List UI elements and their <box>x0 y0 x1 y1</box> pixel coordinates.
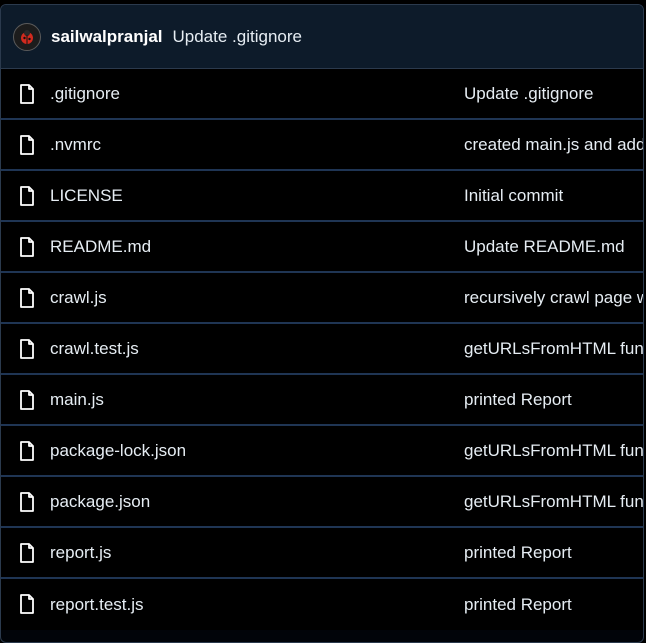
file-name-link[interactable]: report.js <box>50 543 111 563</box>
file-row[interactable]: LICENSE Initial commit <box>1 171 643 222</box>
commit-message-link[interactable]: getURLsFromHTML func <box>464 441 643 461</box>
file-row[interactable]: README.md Update README.md <box>1 222 643 273</box>
file-row[interactable]: report.js printed Report <box>1 528 643 579</box>
latest-commit-header: sailwalpranjal Update .gitignore <box>1 5 643 69</box>
commit-message-link[interactable]: printed Report <box>464 543 572 563</box>
commit-message-link[interactable]: Update README.md <box>464 237 625 257</box>
commit-message-link[interactable]: getURLsFromHTML func <box>464 339 643 359</box>
file-row[interactable]: .nvmrc created main.js and add <box>1 120 643 171</box>
file-row[interactable]: package-lock.json getURLsFromHTML func <box>1 426 643 477</box>
file-icon <box>20 594 34 614</box>
file-icon <box>20 543 34 563</box>
commit-message-link[interactable]: recursively crawl page w <box>464 288 643 308</box>
avatar[interactable] <box>13 22 41 51</box>
commit-message-link[interactable]: printed Report <box>464 595 572 615</box>
file-name-link[interactable]: README.md <box>50 237 151 257</box>
file-name-link[interactable]: crawl.test.js <box>50 339 139 359</box>
commit-author[interactable]: sailwalpranjal <box>51 27 163 47</box>
commit-message-link[interactable]: getURLsFromHTML func <box>464 492 643 512</box>
commit-message-link[interactable]: Update .gitignore <box>464 84 593 104</box>
file-icon <box>20 186 34 206</box>
file-row[interactable]: crawl.test.js getURLsFromHTML func <box>1 324 643 375</box>
file-name-link[interactable]: package-lock.json <box>50 441 186 461</box>
file-name-link[interactable]: main.js <box>50 390 104 410</box>
file-name-link[interactable]: LICENSE <box>50 186 123 206</box>
commit-message-link[interactable]: created main.js and add <box>464 135 643 155</box>
file-icon <box>20 135 34 155</box>
file-row[interactable]: report.test.js printed Report <box>1 579 643 630</box>
file-row[interactable]: main.js printed Report <box>1 375 643 426</box>
file-icon <box>20 390 34 410</box>
file-name-link[interactable]: package.json <box>50 492 150 512</box>
file-row[interactable]: package.json getURLsFromHTML func <box>1 477 643 528</box>
ladybug-icon <box>21 29 33 44</box>
commit-message-link[interactable]: Initial commit <box>464 186 563 206</box>
file-browser-panel: sailwalpranjal Update .gitignore .gitign… <box>0 4 644 643</box>
commit-message[interactable]: Update .gitignore <box>173 27 302 47</box>
file-name-link[interactable]: .nvmrc <box>50 135 101 155</box>
file-icon <box>20 492 34 512</box>
file-name-link[interactable]: crawl.js <box>50 288 107 308</box>
file-icon <box>20 84 34 104</box>
file-row[interactable]: .gitignore Update .gitignore <box>1 69 643 120</box>
file-row[interactable]: crawl.js recursively crawl page w <box>1 273 643 324</box>
file-icon <box>20 441 34 461</box>
commit-message-link[interactable]: printed Report <box>464 390 572 410</box>
file-list: .gitignore Update .gitignore .nvmrc crea… <box>1 69 643 630</box>
file-icon <box>20 339 34 359</box>
file-icon <box>20 288 34 308</box>
file-name-link[interactable]: .gitignore <box>50 84 120 104</box>
file-icon <box>20 237 34 257</box>
file-name-link[interactable]: report.test.js <box>50 595 144 615</box>
